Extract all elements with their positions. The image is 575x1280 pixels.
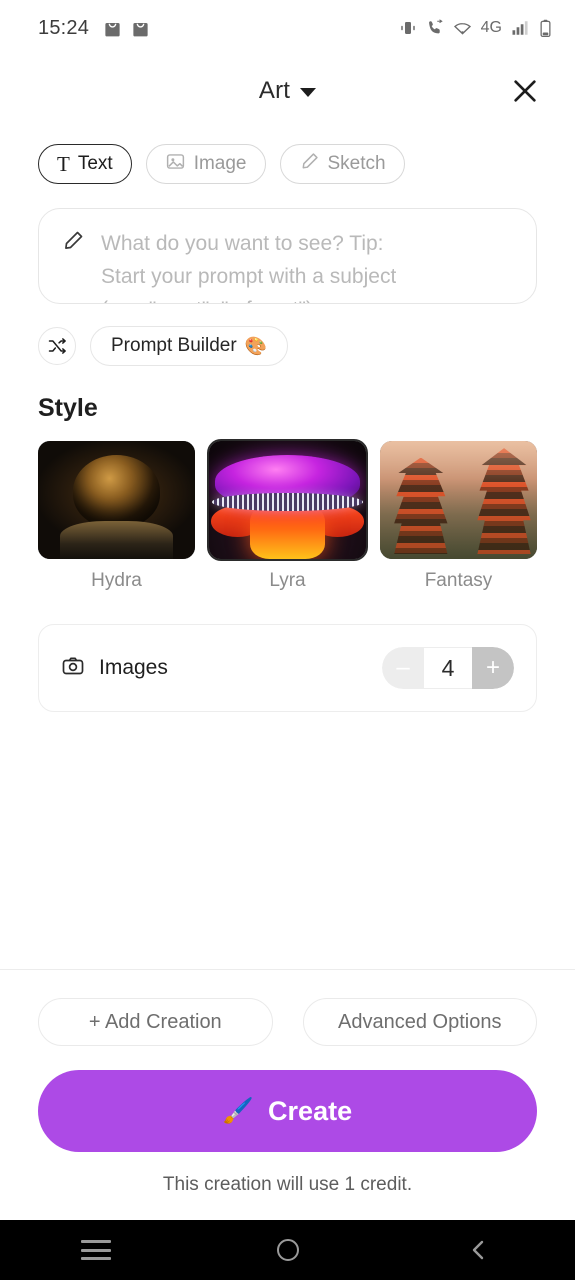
- advanced-options-button[interactable]: Advanced Options: [302, 998, 537, 1046]
- close-button[interactable]: [505, 71, 545, 111]
- tab-image[interactable]: Image: [145, 144, 266, 184]
- secondary-actions: + Add Creation Advanced Options: [38, 998, 537, 1046]
- style-option-fantasy[interactable]: Fantasy: [380, 441, 537, 592]
- footer-actions: + Add Creation Advanced Options 🖌️ Creat…: [0, 969, 575, 1196]
- prompt-actions: Prompt Builder 🎨: [0, 304, 575, 366]
- close-icon: [514, 80, 536, 102]
- tab-sketch-label: Sketch: [327, 153, 386, 174]
- images-label: Images: [99, 656, 168, 679]
- decrement-button[interactable]: –: [382, 647, 424, 689]
- style-thumbnail-fantasy[interactable]: [380, 441, 537, 559]
- create-button[interactable]: 🖌️ Create: [38, 1070, 537, 1152]
- app-screen: 15:24 4G Art T Text Image Sketch What do…: [0, 0, 575, 1280]
- prompt-placeholder-text: What do you want to see? Tip: Start your…: [101, 232, 397, 303]
- style-option-hydra[interactable]: Hydra: [38, 441, 195, 592]
- input-mode-tabs: T Text Image Sketch: [0, 126, 575, 184]
- style-option-lyra[interactable]: Lyra: [207, 439, 368, 592]
- chevron-down-icon: [300, 88, 317, 97]
- tab-sketch[interactable]: Sketch: [279, 144, 405, 184]
- text-icon: T: [57, 151, 70, 176]
- tab-image-label: Image: [193, 153, 247, 174]
- wifi-icon: [453, 19, 472, 38]
- shopping-bag-icon: [131, 19, 150, 38]
- images-label-group: Images: [61, 654, 168, 683]
- image-icon: [165, 151, 186, 178]
- recents-button[interactable]: [0, 1240, 192, 1260]
- pencil-icon: [299, 151, 320, 178]
- pencil-icon: [61, 229, 85, 303]
- fantasy-artwork: [380, 441, 537, 559]
- style-thumbnail-lyra[interactable]: [207, 439, 368, 561]
- app-header: Art: [0, 56, 575, 126]
- prompt-builder-button[interactable]: Prompt Builder 🎨: [90, 326, 289, 366]
- increment-button[interactable]: +: [472, 647, 514, 689]
- create-button-label: Create: [268, 1095, 353, 1126]
- status-notification-icons: [103, 19, 150, 38]
- signal-bars-icon: [511, 19, 529, 37]
- style-label-fantasy: Fantasy: [424, 570, 493, 591]
- shuffle-button[interactable]: [38, 327, 76, 365]
- hydra-artwork: [38, 441, 195, 559]
- status-bar: 15:24 4G: [0, 0, 575, 56]
- network-type-label: 4G: [480, 19, 502, 36]
- tab-text-label: Text: [77, 153, 113, 174]
- style-label-hydra: Hydra: [91, 570, 142, 591]
- android-nav-bar: [0, 1220, 575, 1280]
- circle-icon: [276, 1239, 299, 1261]
- page-title: Art: [258, 77, 291, 104]
- vibrate-icon: [399, 19, 417, 37]
- images-count-card: Images – 4 +: [38, 624, 537, 712]
- add-creation-button[interactable]: + Add Creation: [38, 998, 273, 1046]
- battery-icon: [538, 19, 553, 38]
- credit-note: This creation will use 1 credit.: [162, 1174, 413, 1195]
- mode-selector-dropdown[interactable]: Art: [258, 77, 317, 105]
- style-thumbnail-hydra[interactable]: [38, 441, 195, 559]
- shuffle-icon: [48, 338, 66, 354]
- tab-text[interactable]: T Text: [38, 144, 132, 184]
- call-forward-icon: [426, 19, 444, 37]
- shopping-bag-icon: [103, 19, 122, 38]
- prompt-input[interactable]: What do you want to see? Tip: Start your…: [38, 208, 537, 304]
- style-options: Hydra Lyra Fantasy: [0, 423, 575, 592]
- style-label-lyra: Lyra: [269, 570, 306, 591]
- images-count-value[interactable]: 4: [424, 647, 472, 689]
- camera-icon: [61, 654, 85, 683]
- home-button[interactable]: [192, 1239, 384, 1261]
- chevron-left-icon: [472, 1240, 484, 1260]
- palette-icon: 🎨: [244, 335, 268, 356]
- menu-icon: [80, 1240, 111, 1260]
- prompt-builder-label: Prompt Builder: [111, 335, 237, 356]
- lyra-artwork: [209, 441, 366, 559]
- images-quantity-stepper: – 4 +: [382, 647, 514, 689]
- back-button[interactable]: [383, 1238, 575, 1262]
- style-section-title: Style: [38, 394, 98, 422]
- status-clock: 15:24: [38, 16, 90, 39]
- status-system-icons: 4G: [399, 19, 553, 38]
- paintbrush-icon: 🖌️: [222, 1096, 255, 1125]
